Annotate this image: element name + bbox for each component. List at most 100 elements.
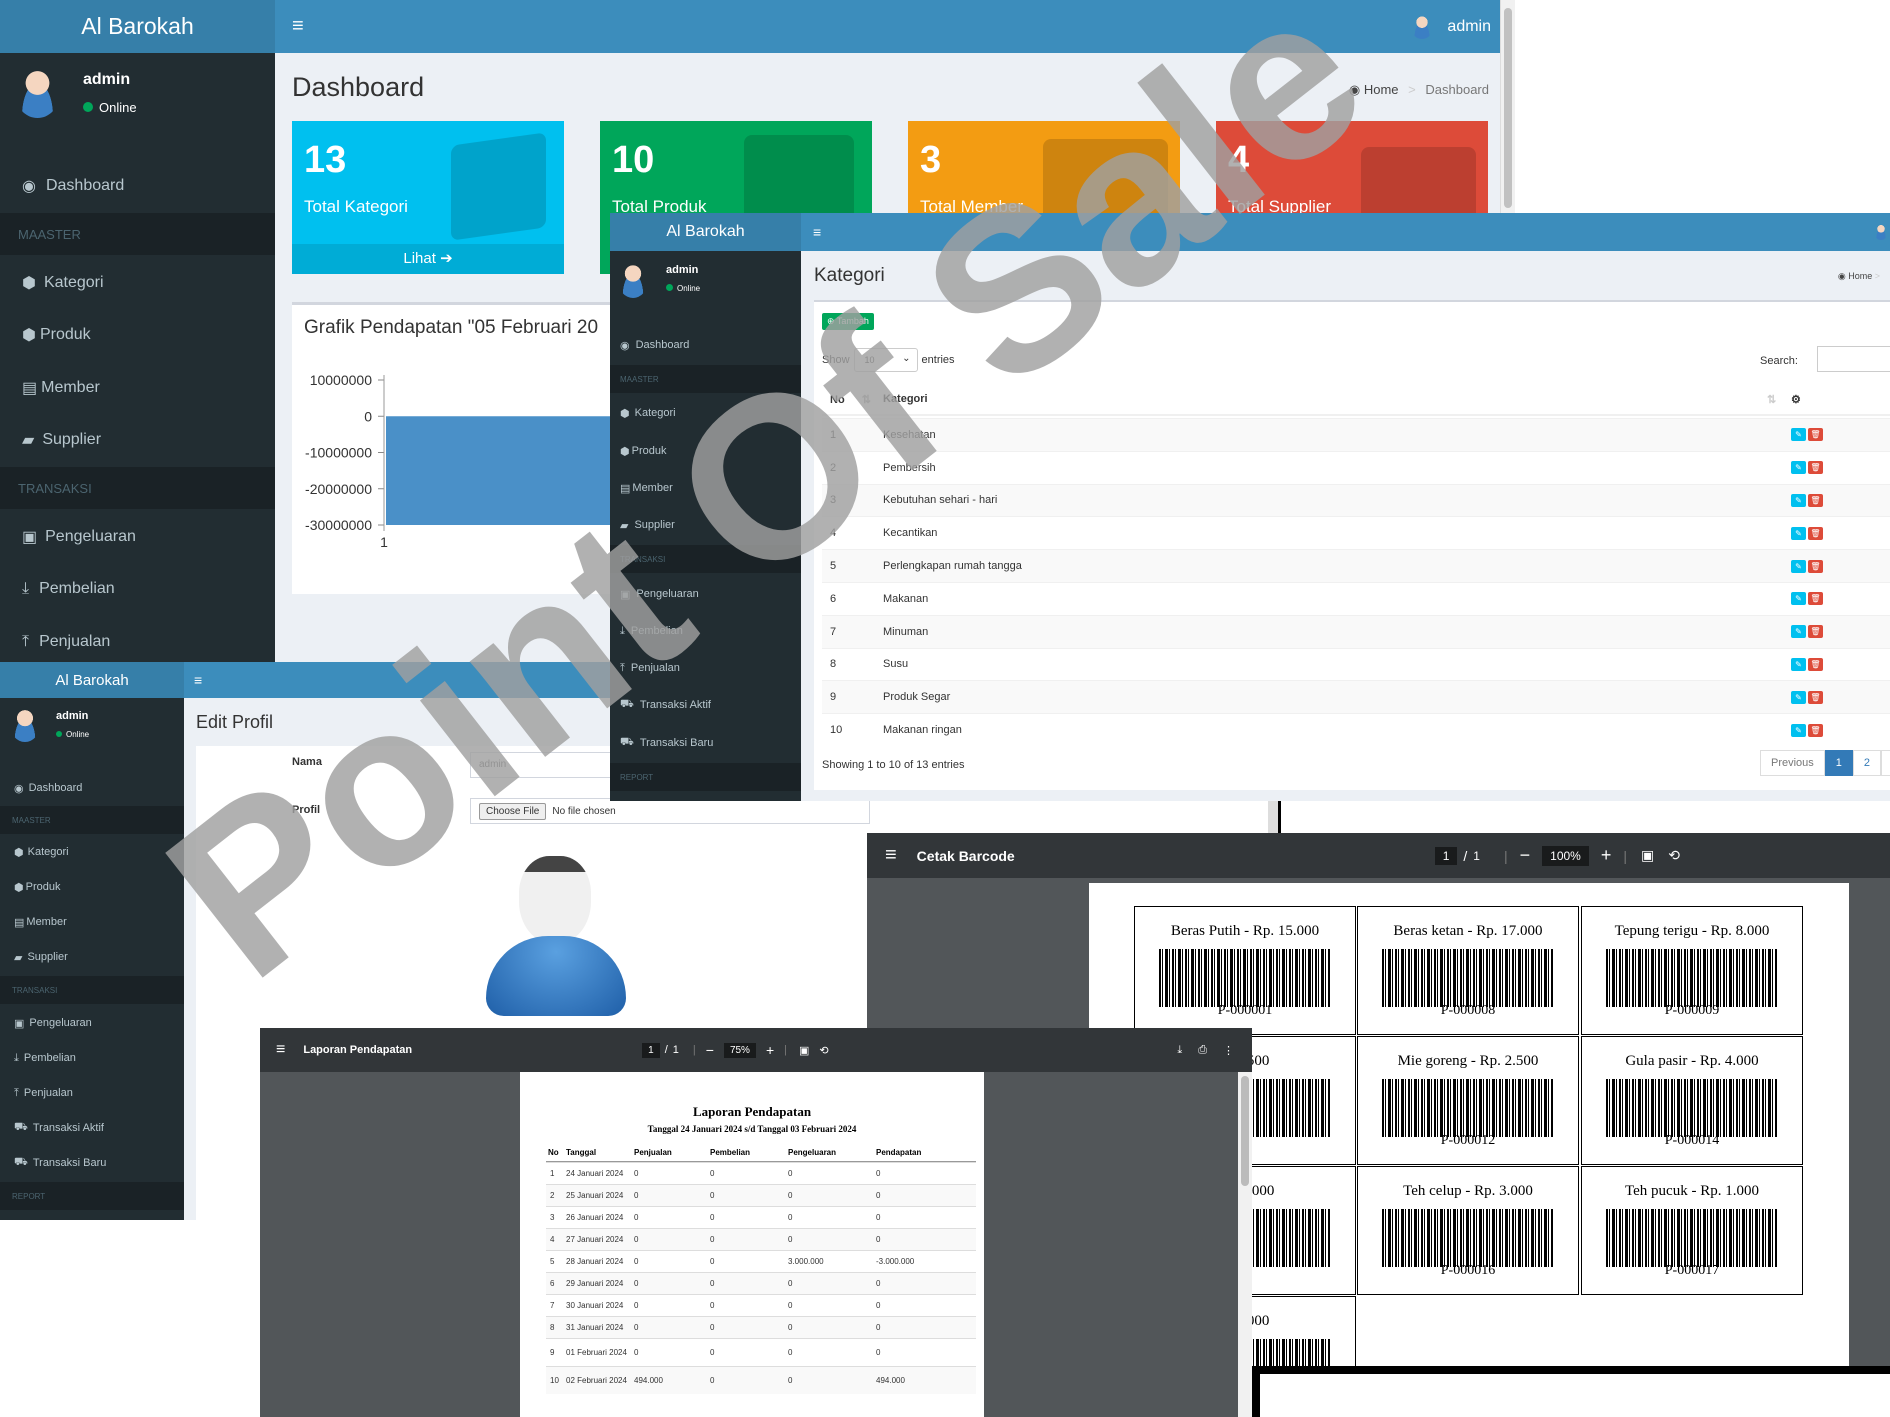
edit-button[interactable]: ✎: [1791, 723, 1806, 737]
rotate-icon[interactable]: ⟲: [1668, 847, 1680, 864]
page-title: Kategori: [814, 265, 885, 286]
sidebar-item-kategori[interactable]: ⬢ Kategori: [610, 399, 801, 427]
col-kategori[interactable]: Kategori: [877, 393, 1767, 405]
zoom-input[interactable]: 75%: [723, 1042, 756, 1058]
menu-header-transaksi: TRANSAKSI: [610, 545, 801, 573]
barcode-code: P-000012: [1440, 1133, 1496, 1148]
sidebar-item-dashboard[interactable]: ◉ Dashboard: [610, 331, 801, 359]
hamburger-icon[interactable]: ≡: [885, 844, 897, 867]
pdf-page: Laporan Pendapatan Tanggal 24 Januari 20…: [520, 1072, 984, 1417]
col-no[interactable]: No ⇅: [822, 393, 877, 406]
edit-button[interactable]: ✎: [1791, 461, 1806, 475]
sidebar-item-transaksi-aktif[interactable]: ⛟ Transaksi Aktif: [0, 1114, 184, 1142]
sidebar-item-transaksi-aktif[interactable]: ⛟ Transaksi Aktif: [610, 691, 801, 719]
page-2-button[interactable]: 2: [1852, 750, 1882, 776]
sidebar-item-pengeluaran[interactable]: ▣ Pengeluaran: [0, 516, 275, 558]
edit-button[interactable]: ✎: [1791, 559, 1806, 573]
page-input[interactable]: 1: [1434, 846, 1458, 865]
report-cell: 0: [876, 1300, 881, 1310]
logo[interactable]: Al Barokah: [0, 662, 184, 698]
scrollbar[interactable]: [1238, 1072, 1252, 1417]
choose-file-button[interactable]: Choose File: [479, 802, 547, 820]
table-row: 2 Pembersih ✎ 🗑: [822, 450, 1890, 484]
hamburger-icon[interactable]: ≡: [194, 672, 202, 688]
sidebar-item-produk[interactable]: ⬢ Produk: [610, 437, 801, 465]
page-input[interactable]: 1: [642, 1042, 660, 1058]
file-input[interactable]: Choose File No file chosen: [470, 798, 870, 824]
zoom-out-icon[interactable]: −: [706, 1042, 714, 1058]
logo[interactable]: Al Barokah: [610, 213, 801, 251]
download-icon[interactable]: ⤓: [1177, 1044, 1182, 1057]
edit-button[interactable]: ✎: [1791, 657, 1806, 671]
delete-button[interactable]: 🗑: [1808, 625, 1823, 639]
delete-button[interactable]: 🗑: [1808, 493, 1823, 507]
sidebar-item-pembelian[interactable]: ⤓ Pembelian: [610, 617, 801, 645]
zoom-out-icon[interactable]: −: [1520, 845, 1531, 866]
sidebar-item-produk[interactable]: ⬢ Produk: [0, 873, 184, 901]
delete-button[interactable]: 🗑: [1808, 690, 1823, 704]
report-cell: 6: [550, 1278, 555, 1288]
zoom-in-icon[interactable]: +: [766, 1042, 774, 1058]
edit-button[interactable]: ✎: [1791, 526, 1806, 540]
hamburger-icon[interactable]: ≡: [276, 1041, 285, 1059]
delete-button[interactable]: 🗑: [1808, 428, 1823, 442]
sidebar-item-dashboard[interactable]: ◉ Dashboard: [0, 774, 184, 802]
sidebar-item-penjualan[interactable]: ⤒ Penjualan: [610, 654, 801, 682]
zoom-input[interactable]: 100%: [1542, 845, 1589, 866]
next-button-partial[interactable]: [1881, 750, 1890, 776]
sidebar-item-penjualan[interactable]: ⤒ Penjualan: [0, 1079, 184, 1107]
sidebar-item-kategori[interactable]: ⬢ Kategori: [0, 838, 184, 866]
sidebar-item-pengeluaran[interactable]: ▣ Pengeluaran: [0, 1009, 184, 1037]
fit-page-icon[interactable]: ▣: [1641, 847, 1654, 864]
hamburger-icon[interactable]: ≡: [813, 224, 821, 240]
sidebar-item-penjualan[interactable]: ⤒ Penjualan: [0, 621, 275, 663]
sidebar-item-supplier[interactable]: ▰ Supplier: [0, 943, 184, 971]
add-button[interactable]: ⊕ Tambah: [822, 313, 874, 330]
fit-page-icon[interactable]: ▣: [799, 1044, 809, 1057]
sidebar-item-transaksi-baru[interactable]: ⛟ Transaksi Baru: [610, 729, 801, 757]
more-info-link[interactable]: Lihat ➔: [292, 244, 564, 274]
delete-button[interactable]: 🗑: [1808, 559, 1823, 573]
sidebar-item-member[interactable]: ▤ Member: [0, 908, 184, 936]
prev-button[interactable]: Previous: [1760, 750, 1825, 776]
sidebar-item-pembelian[interactable]: ⤓ Pembelian: [0, 568, 275, 610]
sidebar-item-produk[interactable]: ⬢ Produk: [0, 314, 275, 356]
download-icon: ⤓: [22, 580, 30, 597]
sidebar-item-pengeluaran[interactable]: ▣ Pengeluaran: [610, 580, 801, 608]
navbar-avatar[interactable]: [1874, 224, 1888, 240]
delete-button[interactable]: 🗑: [1808, 526, 1823, 540]
sidebar-item-supplier[interactable]: ▰ Supplier: [0, 419, 275, 461]
delete-button[interactable]: 🗑: [1808, 461, 1823, 475]
edit-button[interactable]: ✎: [1791, 493, 1806, 507]
edit-button[interactable]: ✎: [1791, 625, 1806, 639]
sidebar-item-supplier[interactable]: ▰ Supplier: [610, 511, 801, 539]
sidebar-item-kategori[interactable]: ⬢ Kategori: [0, 262, 275, 304]
delete-button[interactable]: 🗑: [1808, 592, 1823, 606]
hamburger-icon[interactable]: ≡: [292, 15, 304, 38]
menu-header-transaksi: TRANSAKSI: [0, 467, 275, 509]
more-options-icon[interactable]: ⋮: [1223, 1044, 1234, 1057]
navbar-avatar[interactable]: [1411, 14, 1434, 39]
delete-button[interactable]: 🗑: [1808, 657, 1823, 671]
logo[interactable]: Al Barokah: [0, 0, 275, 53]
page-1-button[interactable]: 1: [1824, 750, 1853, 776]
rotate-icon[interactable]: ⟲: [819, 1044, 828, 1057]
search-input[interactable]: [1817, 346, 1890, 372]
navbar-user[interactable]: admin: [1447, 18, 1491, 36]
print-icon[interactable]: ⎙: [1198, 1044, 1207, 1057]
edit-button[interactable]: ✎: [1791, 592, 1806, 606]
edit-button[interactable]: ✎: [1791, 428, 1806, 442]
entries-select[interactable]: 10 ⌄: [853, 348, 918, 372]
breadcrumb-home[interactable]: Home: [1364, 82, 1399, 97]
sidebar-item-transaksi-baru[interactable]: ⛟ Transaksi Baru: [0, 1149, 184, 1177]
sidebar-item-dashboard[interactable]: ◉ Dashboard: [0, 165, 275, 207]
edit-button[interactable]: ✎: [1791, 690, 1806, 704]
sidebar-item-member[interactable]: ▤ Member: [610, 474, 801, 502]
page-separator: /: [664, 1044, 668, 1056]
delete-button[interactable]: 🗑: [1808, 723, 1823, 737]
menu-header-report: REPORT: [0, 1182, 184, 1210]
sidebar-item-pembelian[interactable]: ⤓ Pembelian: [0, 1044, 184, 1072]
breadcrumb-home[interactable]: Home: [1848, 271, 1872, 281]
zoom-in-icon[interactable]: +: [1601, 845, 1612, 866]
sidebar-item-member[interactable]: ▤ Member: [0, 367, 275, 409]
